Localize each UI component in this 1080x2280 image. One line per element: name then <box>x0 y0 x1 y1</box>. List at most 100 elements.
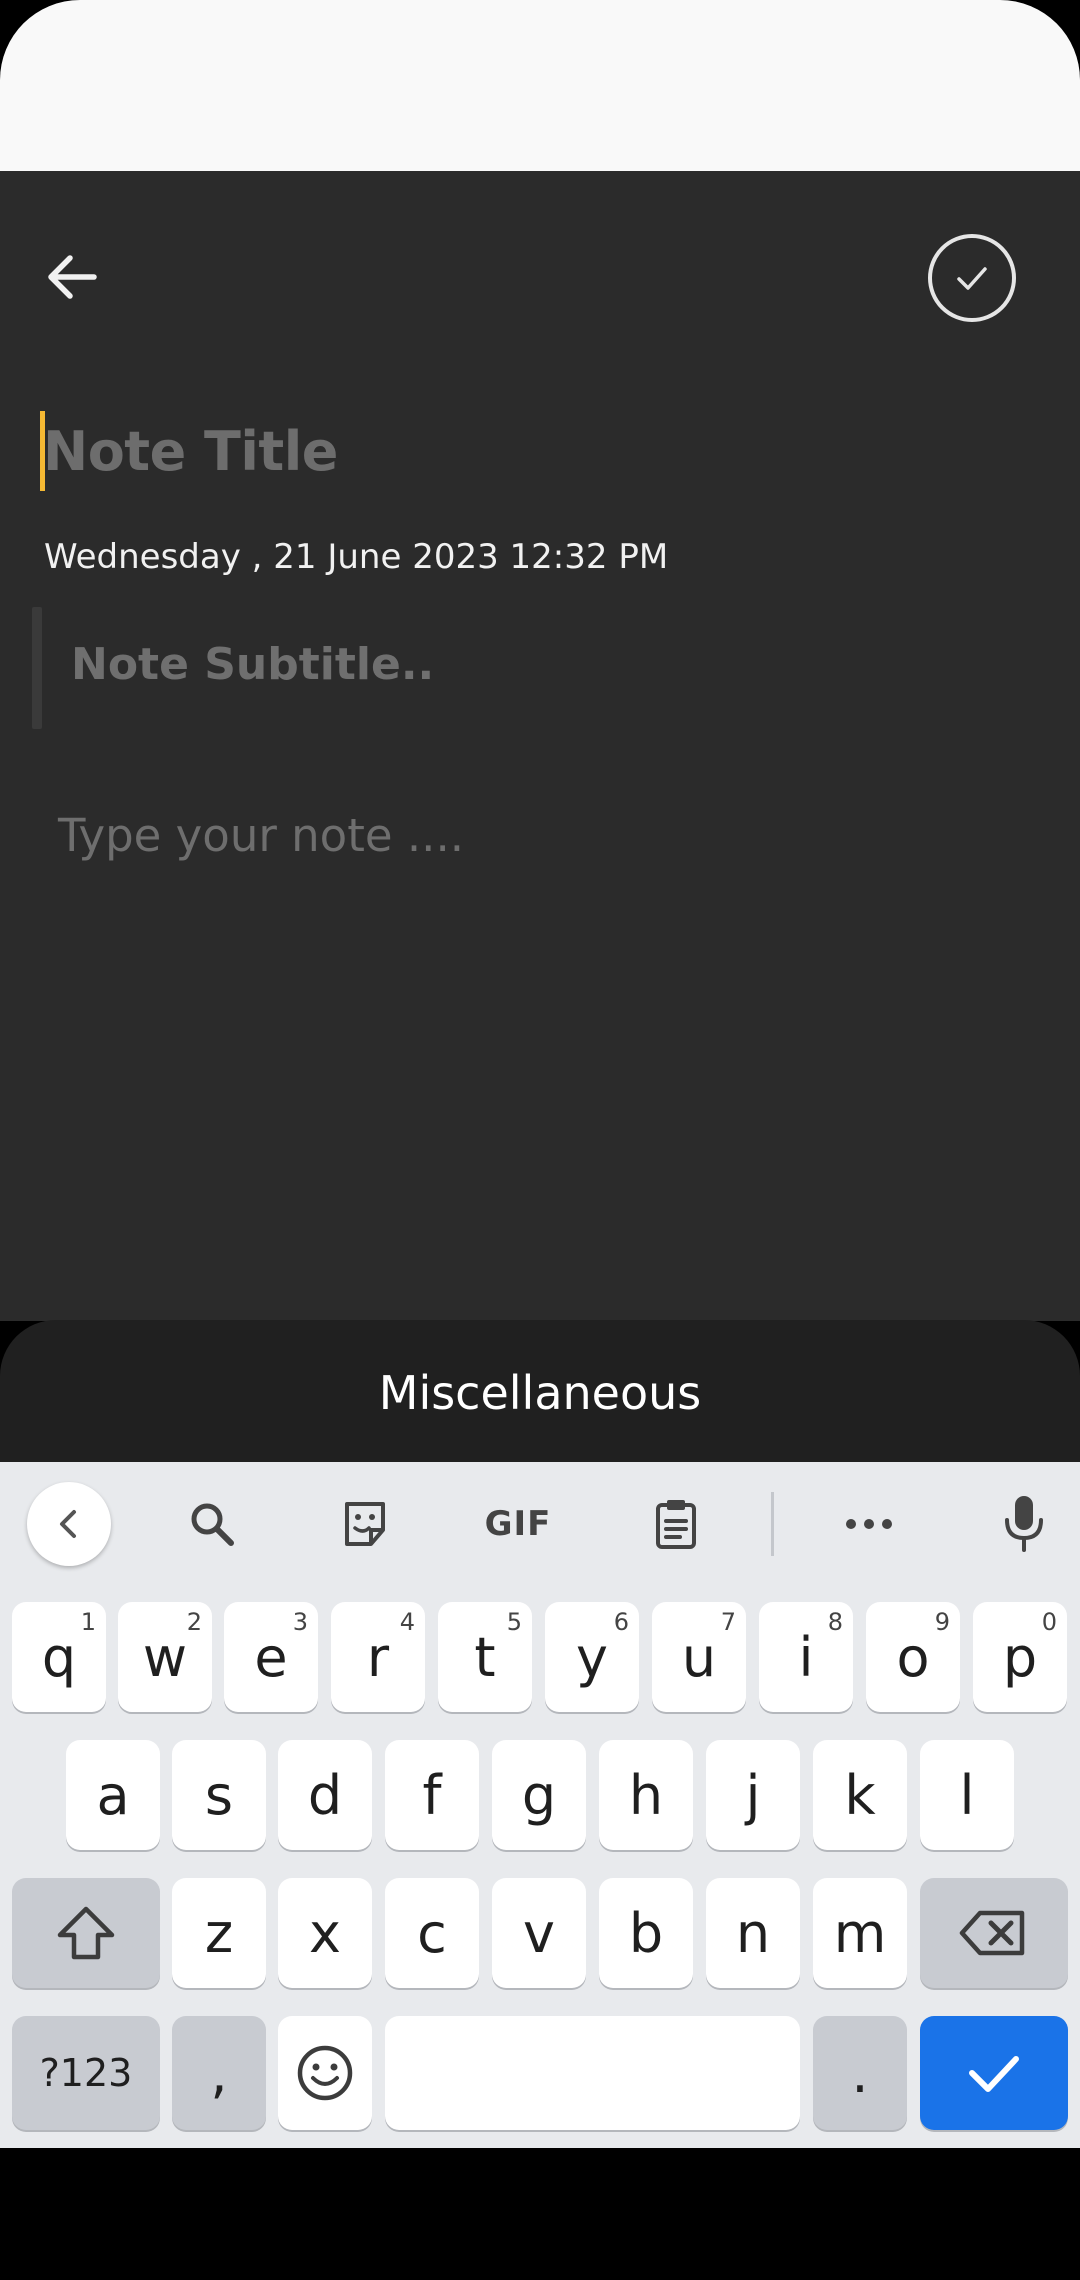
back-button[interactable] <box>36 241 108 313</box>
device-frame: Note Title Wednesday , 21 June 2023 12:3… <box>0 0 1080 2280</box>
emoji-key[interactable] <box>278 2016 372 2130</box>
arrow-left-icon <box>48 255 97 299</box>
key-label: c <box>417 1901 447 1965</box>
key-label: u <box>681 1625 717 1689</box>
navigation-bar <box>0 2148 1080 2280</box>
key-hint: 6 <box>613 1608 629 1636</box>
keyboard-toolbar: GIF <box>0 1462 1080 1586</box>
toolbar-separator <box>771 1492 774 1556</box>
check-icon <box>957 267 987 290</box>
key-label: v <box>523 1901 555 1965</box>
miscellaneous-label: Miscellaneous <box>378 1366 702 1420</box>
key-n[interactable]: n <box>706 1878 800 1988</box>
key-label: m <box>833 1901 887 1965</box>
key-hint: 8 <box>827 1608 843 1636</box>
key-w[interactable]: w 2 <box>118 1602 212 1712</box>
note-subtitle-input[interactable]: Note Subtitle.. <box>71 639 434 690</box>
keyboard-voice-button[interactable] <box>982 1482 1066 1566</box>
key-label: k <box>844 1763 876 1827</box>
key-e[interactable]: e 3 <box>224 1602 318 1712</box>
key-hint: 0 <box>1041 1608 1057 1636</box>
key-label: y <box>576 1625 608 1689</box>
key-label: l <box>959 1763 975 1827</box>
key-d[interactable]: d <box>278 1740 372 1850</box>
more-horizontal-icon <box>846 1519 892 1529</box>
key-p[interactable]: p 0 <box>973 1602 1067 1712</box>
key-label: z <box>204 1901 234 1965</box>
note-title-input[interactable]: Note Title <box>40 409 1020 493</box>
microphone-icon <box>1005 1496 1043 1552</box>
key-label: s <box>204 1763 234 1827</box>
key-m[interactable]: m <box>813 1878 907 1988</box>
key-q[interactable]: q 1 <box>12 1602 106 1712</box>
key-hint: 5 <box>506 1608 522 1636</box>
key-z[interactable]: z <box>172 1878 266 1988</box>
key-f[interactable]: f <box>385 1740 479 1850</box>
key-o[interactable]: o 9 <box>866 1602 960 1712</box>
keyboard-more-button[interactable] <box>827 1482 911 1566</box>
gif-label: GIF <box>484 1504 552 1544</box>
key-label: q <box>41 1625 77 1689</box>
key-j[interactable]: j <box>706 1740 800 1850</box>
note-body-input[interactable]: Type your note .... <box>58 809 464 862</box>
comma-key[interactable]: , <box>172 2016 266 2130</box>
key-i[interactable]: i 8 <box>759 1602 853 1712</box>
sticker-icon <box>345 1502 385 1546</box>
key-g[interactable]: g <box>492 1740 586 1850</box>
key-label: r <box>366 1625 390 1689</box>
keyboard-search-button[interactable] <box>170 1482 254 1566</box>
shift-icon <box>57 1906 115 1960</box>
key-label: i <box>798 1625 814 1689</box>
keyboard-sticker-button[interactable] <box>323 1482 407 1566</box>
key-label: j <box>745 1763 761 1827</box>
key-label: p <box>1002 1625 1038 1689</box>
enter-key[interactable] <box>920 2016 1068 2130</box>
key-v[interactable]: v <box>492 1878 586 1988</box>
clipboard-icon <box>656 1500 696 1549</box>
miscellaneous-sheet[interactable]: Miscellaneous <box>0 1320 1080 1470</box>
space-key[interactable] <box>385 2016 800 2130</box>
key-a[interactable]: a <box>66 1740 160 1850</box>
note-title-placeholder: Note Title <box>43 419 338 483</box>
key-label: t <box>474 1625 496 1689</box>
key-s[interactable]: s <box>172 1740 266 1850</box>
search-icon <box>191 1503 234 1546</box>
key-b[interactable]: b <box>599 1878 693 1988</box>
key-t[interactable]: t 5 <box>438 1602 532 1712</box>
keyboard-gif-button[interactable]: GIF <box>476 1482 560 1566</box>
symbols-key[interactable]: ?123 <box>12 2016 160 2130</box>
soft-keyboard: GIF q 1 w 2 e 3 r 4 t 5 y 6 u 7 i 8 o 9 … <box>0 1462 1080 2148</box>
period-key[interactable]: . <box>813 2016 907 2130</box>
key-label: h <box>628 1763 664 1827</box>
key-label: x <box>309 1901 341 1965</box>
key-label: n <box>735 1901 771 1965</box>
emoji-icon <box>297 2045 353 2101</box>
key-r[interactable]: r 4 <box>331 1602 425 1712</box>
keyboard-collapse-button[interactable] <box>27 1482 111 1566</box>
shift-key[interactable] <box>12 1878 160 1988</box>
status-bar <box>0 0 1080 171</box>
backspace-key[interactable] <box>920 1878 1068 1988</box>
key-label: w <box>142 1625 188 1689</box>
key-label: o <box>896 1625 930 1689</box>
key-k[interactable]: k <box>813 1740 907 1850</box>
key-c[interactable]: c <box>385 1878 479 1988</box>
key-hint: 9 <box>934 1608 950 1636</box>
key-label: a <box>96 1763 130 1827</box>
chevron-left-icon <box>60 1510 76 1538</box>
comma-key-label: , <box>210 2041 228 2105</box>
note-editor: Note Title Wednesday , 21 June 2023 12:3… <box>0 171 1080 1321</box>
key-u[interactable]: u 7 <box>652 1602 746 1712</box>
key-h[interactable]: h <box>599 1740 693 1850</box>
note-date-time: Wednesday , 21 June 2023 12:32 PM <box>44 537 669 577</box>
key-y[interactable]: y 6 <box>545 1602 639 1712</box>
key-hint: 7 <box>720 1608 736 1636</box>
check-icon <box>969 2056 1019 2092</box>
key-hint: 2 <box>186 1608 202 1636</box>
key-x[interactable]: x <box>278 1878 372 1988</box>
save-note-button[interactable] <box>928 234 1016 322</box>
key-label: e <box>254 1625 288 1689</box>
key-label: d <box>307 1763 343 1827</box>
key-l[interactable]: l <box>920 1740 1014 1850</box>
keyboard-clipboard-button[interactable] <box>634 1482 718 1566</box>
